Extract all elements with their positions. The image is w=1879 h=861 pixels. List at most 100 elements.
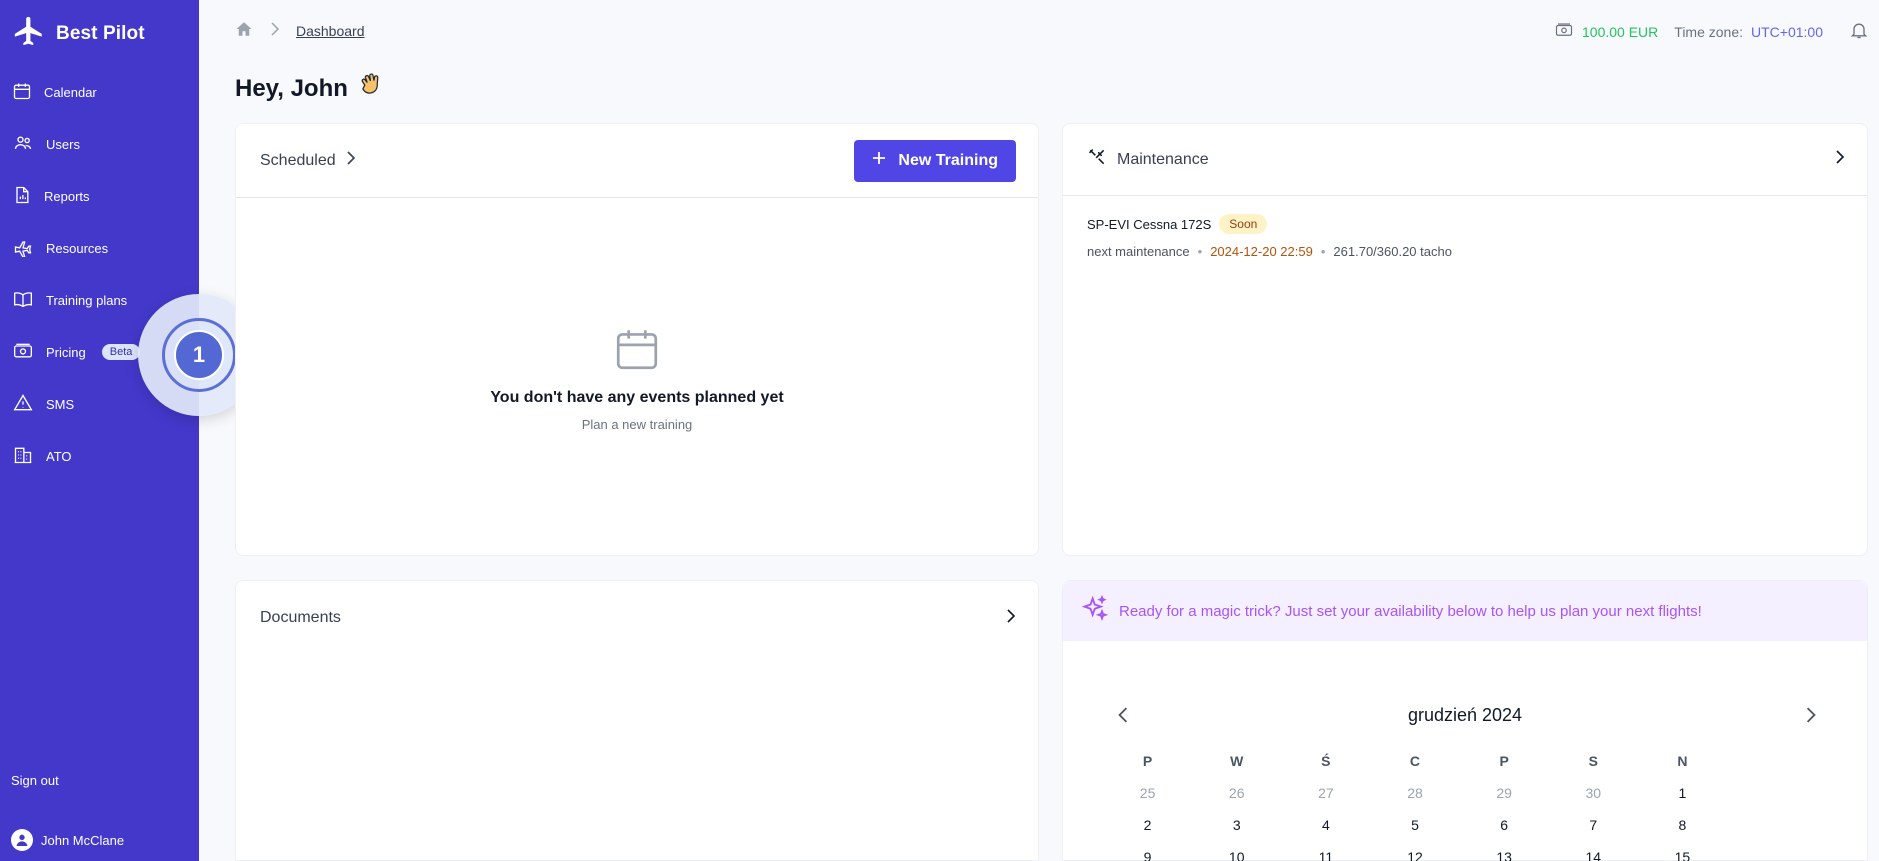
weekday-header: N [1677, 753, 1688, 769]
empty-state-title: You don't have any events planned yet [490, 389, 784, 406]
new-training-button[interactable]: New Training [854, 139, 1016, 182]
greeting-text: Hey, John [235, 74, 348, 102]
report-icon [12, 185, 32, 208]
maintenance-item[interactable]: SP-EVI Cessna 172S Soon next maintenance… [1063, 196, 1867, 277]
home-icon[interactable] [234, 20, 254, 41]
calendar-day[interactable]: 2 [1103, 809, 1192, 841]
calendar-day[interactable]: 3 [1192, 809, 1281, 841]
calendar-day[interactable]: 25 [1103, 777, 1192, 809]
plane-icon [12, 237, 34, 260]
chevron-right-icon [270, 22, 280, 39]
sign-out-link[interactable]: Sign out [11, 773, 59, 788]
weekday-header: C [1409, 753, 1421, 769]
banner-text: Ready for a magic trick? Just set your a… [1119, 602, 1702, 620]
user-avatar-icon [11, 829, 33, 851]
calendar-day[interactable]: 6 [1460, 809, 1549, 841]
calendar-day[interactable]: 9 [1103, 841, 1192, 861]
documents-title: Documents [260, 609, 341, 626]
magic-trick-banner: Ready for a magic trick? Just set your a… [1063, 581, 1867, 641]
weekday-header: W [1230, 753, 1244, 769]
documents-card: Documents [235, 580, 1039, 861]
calendar-day[interactable]: 26 [1192, 777, 1281, 809]
sparkles-icon [1081, 594, 1109, 627]
breadcrumb: Dashboard [234, 20, 365, 41]
sidebar-item-reports[interactable]: Reports [0, 170, 199, 222]
next-maintenance-label: next maintenance [1087, 244, 1190, 259]
money-icon [12, 341, 34, 364]
chevron-right-icon[interactable] [1835, 150, 1845, 169]
maintenance-title: Maintenance [1087, 147, 1209, 172]
sidebar-item-label: Resources [46, 240, 109, 256]
calendar-day[interactable]: 10 [1192, 841, 1281, 861]
beta-badge: Beta [101, 344, 141, 360]
breadcrumb-dashboard[interactable]: Dashboard [296, 23, 365, 39]
sidebar-item-resources[interactable]: Resources [0, 222, 199, 274]
sidebar-item-label: Training plans [46, 292, 128, 308]
sidebar: Best Pilot Calendar Users Reports Resour… [0, 0, 199, 861]
users-icon [12, 133, 34, 156]
calendar-day[interactable]: 14 [1549, 841, 1638, 861]
warning-icon [12, 393, 34, 416]
tacho-reading: 261.70/360.20 tacho [1333, 244, 1452, 259]
next-month-button[interactable] [1805, 707, 1817, 728]
calendar-day[interactable]: 28 [1370, 777, 1459, 809]
page-title: Hey, John [235, 70, 386, 107]
empty-state-subtitle: Plan a new training [581, 417, 693, 432]
calendar-icon [12, 81, 32, 104]
book-icon [12, 289, 34, 312]
calendar-day[interactable]: 13 [1460, 841, 1549, 861]
maintenance-card-header[interactable]: Maintenance [1063, 124, 1867, 196]
calendar-day[interactable]: 1 [1638, 777, 1727, 809]
calendar-day[interactable]: 5 [1370, 809, 1459, 841]
sidebar-item-label: SMS [46, 396, 75, 412]
weekday-header: P [1142, 753, 1153, 769]
calendar-day[interactable]: 30 [1549, 777, 1638, 809]
next-maintenance-date: 2024-12-20 22:59 [1210, 244, 1313, 259]
calendar-month: grudzień 2024 [1407, 705, 1523, 725]
calendar-day[interactable]: 11 [1281, 841, 1370, 861]
tour-step-button[interactable]: 1 [174, 330, 224, 380]
maintenance-card: Maintenance SP-EVI Cessna 172S Soon next… [1062, 123, 1868, 556]
maintenance-aircraft-row: SP-EVI Cessna 172S Soon [1087, 214, 1843, 234]
chevron-right-icon [346, 151, 356, 170]
weekday-header: S [1588, 753, 1598, 769]
weekday-header: Ś [1321, 753, 1331, 769]
timezone-value[interactable]: UTC+01:00 [1751, 24, 1823, 40]
chevron-right-icon[interactable] [1006, 608, 1016, 628]
calendar-day[interactable]: 7 [1549, 809, 1638, 841]
maintenance-title-text: Maintenance [1117, 150, 1209, 168]
scheduled-title[interactable]: Scheduled [260, 151, 356, 170]
aircraft-name: SP-EVI Cessna 172S [1087, 216, 1212, 232]
maintenance-details-row: next maintenance • 2024-12-20 22:59 • 26… [1087, 244, 1843, 259]
separator-dot: • [1320, 244, 1326, 259]
weekday-header: P [1499, 753, 1509, 769]
status-badge: Soon [1219, 214, 1268, 234]
calendar-day[interactable]: 15 [1638, 841, 1727, 861]
calendar-day[interactable]: 27 [1281, 777, 1370, 809]
calendar-day[interactable]: 29 [1460, 777, 1549, 809]
new-training-label: New Training [898, 151, 998, 169]
separator-dot: • [1197, 244, 1203, 259]
user-profile[interactable]: John McClane [11, 829, 124, 851]
sidebar-item-ato[interactable]: ATO [0, 430, 199, 482]
brand-name: Best Pilot [56, 22, 145, 44]
waving-hand-icon [356, 70, 386, 107]
building-icon [12, 445, 34, 468]
calendar-day[interactable]: 4 [1281, 809, 1370, 841]
calendar-grid: P W Ś C P S N 25 26 27 28 29 30 1 2 3 4 … [1103, 746, 1727, 861]
scheduled-title-text: Scheduled [260, 151, 336, 169]
documents-card-header[interactable]: Documents [236, 581, 1038, 655]
plane-logo-icon [12, 14, 46, 53]
sidebar-item-calendar[interactable]: Calendar [0, 66, 199, 118]
sidebar-item-label: Users [46, 136, 80, 152]
plus-icon [872, 151, 886, 170]
sidebar-item-users[interactable]: Users [0, 118, 199, 170]
calendar-day[interactable]: 8 [1638, 809, 1727, 841]
calendar-day[interactable]: 12 [1370, 841, 1459, 861]
sidebar-item-label: ATO [46, 448, 72, 464]
brand[interactable]: Best Pilot [12, 14, 145, 53]
sidebar-item-label: Reports [44, 188, 90, 204]
sidebar-nav: Calendar Users Reports Resources Trainin… [0, 66, 199, 482]
tools-icon [1087, 147, 1107, 172]
bell-icon[interactable] [1849, 20, 1869, 43]
